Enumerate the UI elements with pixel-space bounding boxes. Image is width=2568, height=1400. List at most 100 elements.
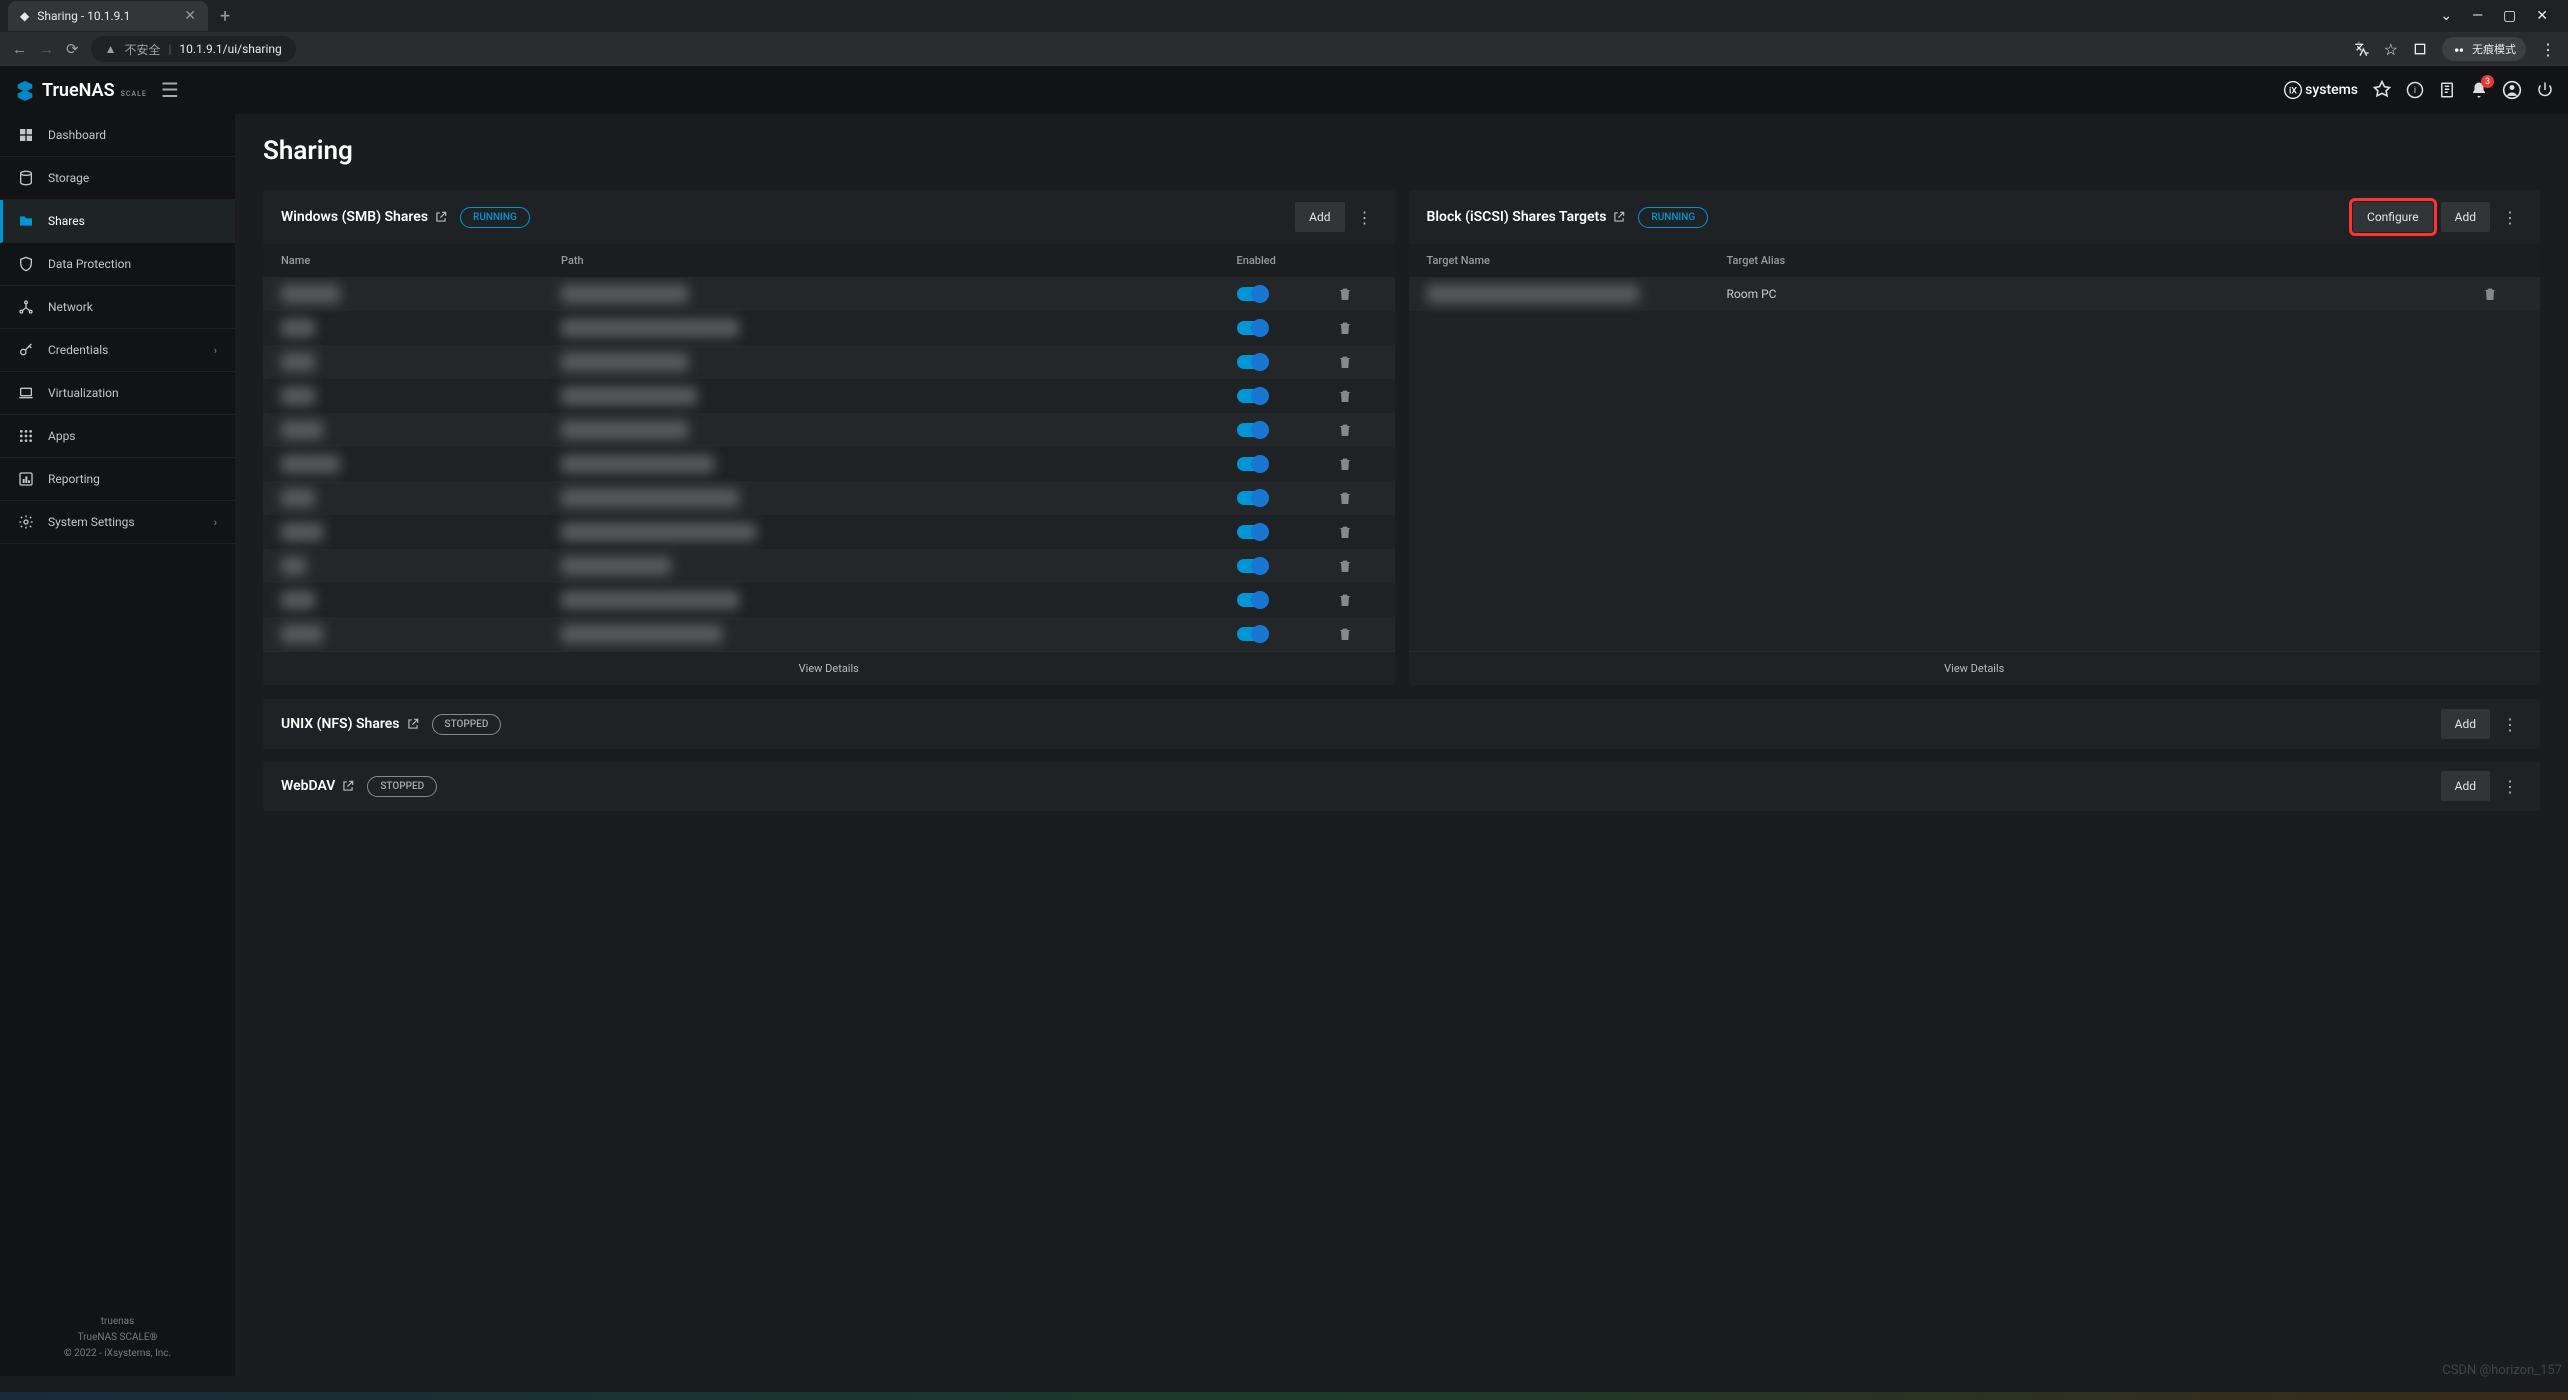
panel-nfs-title[interactable]: UNIX (NFS) Shares <box>281 716 420 732</box>
delete-icon[interactable] <box>1337 456 1377 472</box>
status-running: RUNNING <box>1638 207 1708 228</box>
url-field[interactable]: ▲ 不安全 | 10.1.9.1/ui/sharing <box>91 36 296 62</box>
enabled-toggle[interactable] <box>1237 355 1267 369</box>
table-row[interactable]: ██████████████████ <box>263 413 1395 447</box>
enabled-toggle[interactable] <box>1237 593 1267 607</box>
enabled-toggle[interactable] <box>1237 525 1267 539</box>
enabled-toggle[interactable] <box>1237 287 1267 301</box>
panel-nfs: UNIX (NFS) Shares STOPPED Add ⋮ <box>263 699 2540 749</box>
table-row[interactable]: ███████████████████████ <box>263 583 1395 617</box>
sidebar-item-system-settings[interactable]: System Settings › <box>0 501 235 544</box>
delete-icon[interactable] <box>1337 286 1377 302</box>
share-name: ████ <box>281 625 323 643</box>
table-row[interactable]: ███████████████████████ <box>263 311 1395 345</box>
sidebar-item-storage[interactable]: Storage <box>0 157 235 200</box>
delete-icon[interactable] <box>1337 558 1377 574</box>
close-window-icon[interactable]: ✕ <box>2536 8 2548 24</box>
status-icon[interactable]: i <box>2406 81 2424 99</box>
table-row[interactable]: ████████████████████████Room PC <box>1409 277 2541 311</box>
maximize-icon[interactable]: ▢ <box>2503 8 2516 24</box>
delete-icon[interactable] <box>1337 626 1377 642</box>
table-row[interactable]: ███████████████████████ <box>263 447 1395 481</box>
delete-icon[interactable] <box>1337 490 1377 506</box>
insecure-label: 不安全 <box>124 41 160 58</box>
sidebar-item-network[interactable]: Network <box>0 286 235 329</box>
table-row[interactable]: ██████████████████████████ <box>263 515 1395 549</box>
enabled-toggle[interactable] <box>1237 627 1267 641</box>
share-name: ███ <box>281 319 315 337</box>
more-icon[interactable]: ⋮ <box>1353 208 1377 227</box>
sidebar-item-apps[interactable]: Apps <box>0 415 235 458</box>
sidebar-item-data-protection[interactable]: Data Protection <box>0 243 235 286</box>
storage-icon <box>18 170 34 186</box>
share-path: ████████████████████ <box>561 489 739 507</box>
minimize-icon[interactable]: — <box>2472 8 2483 24</box>
enabled-toggle[interactable] <box>1237 389 1267 403</box>
translate-icon[interactable] <box>2354 41 2370 57</box>
delete-icon[interactable] <box>2482 286 2522 302</box>
forward-icon[interactable]: → <box>39 40 54 58</box>
panel-smb-title[interactable]: Windows (SMB) Shares <box>281 209 448 225</box>
truenas-logo[interactable]: TrueNAS SCALE <box>14 79 147 101</box>
jobs-icon[interactable] <box>2438 81 2456 99</box>
share-name: ██ <box>281 557 306 575</box>
notifications-icon[interactable]: 3 <box>2470 81 2488 99</box>
panel-webdav-title[interactable]: WebDAV <box>281 778 355 794</box>
browser-tab[interactable]: ◆ Sharing - 10.1.9.1 ✕ <box>8 1 208 31</box>
add-button[interactable]: Add <box>2441 202 2490 232</box>
table-row[interactable]: █████████████████ <box>263 345 1395 379</box>
reload-icon[interactable]: ⟳ <box>66 40 79 58</box>
configure-button[interactable]: Configure <box>2353 202 2433 232</box>
star-icon[interactable]: ☆ <box>2384 40 2398 59</box>
share-path: ████████████████████ <box>561 319 739 337</box>
close-icon[interactable]: ✕ <box>184 8 196 24</box>
enabled-toggle[interactable] <box>1237 321 1267 335</box>
delete-icon[interactable] <box>1337 592 1377 608</box>
extensions-icon[interactable] <box>2412 41 2428 57</box>
view-details-link[interactable]: View Details <box>1409 651 2541 685</box>
power-icon[interactable] <box>2536 81 2554 99</box>
sidebar-item-reporting[interactable]: Reporting <box>0 458 235 501</box>
more-icon[interactable]: ⋮ <box>2498 208 2522 227</box>
account-icon[interactable] <box>2502 80 2522 100</box>
more-icon[interactable]: ⋮ <box>2498 777 2522 796</box>
sidebar-item-virtualization[interactable]: Virtualization <box>0 372 235 415</box>
sidebar-item-dashboard[interactable]: Dashboard <box>0 114 235 157</box>
ixsystems-logo[interactable]: iX systems <box>2283 80 2358 100</box>
back-icon[interactable]: ← <box>12 40 27 58</box>
enabled-toggle[interactable] <box>1237 559 1267 573</box>
share-path: ███████████████ <box>561 387 697 405</box>
table-row[interactable]: ██████████████ <box>263 549 1395 583</box>
sidebar-item-credentials[interactable]: Credentials › <box>0 329 235 372</box>
add-button[interactable]: Add <box>2441 709 2490 739</box>
svg-text:iX: iX <box>2289 86 2297 96</box>
sidebar-item-shares[interactable]: Shares <box>0 200 235 243</box>
delete-icon[interactable] <box>1337 354 1377 370</box>
enabled-toggle[interactable] <box>1237 423 1267 437</box>
table-row[interactable]: ███████████████████████ <box>263 481 1395 515</box>
enabled-toggle[interactable] <box>1237 491 1267 505</box>
truecommand-icon[interactable] <box>2372 80 2392 100</box>
menu-toggle-icon[interactable]: ☰ <box>161 78 179 102</box>
enabled-toggle[interactable] <box>1237 457 1267 471</box>
table-row[interactable]: ████████████████████ <box>263 277 1395 311</box>
folder-icon <box>18 213 34 229</box>
share-path: ████████████████████ <box>561 591 739 609</box>
delete-icon[interactable] <box>1337 388 1377 404</box>
delete-icon[interactable] <box>1337 422 1377 438</box>
network-icon <box>18 299 34 315</box>
table-row[interactable]: ██████████████████████ <box>263 617 1395 651</box>
panel-iscsi: Block (iSCSI) Shares Targets RUNNING Con… <box>1409 190 2541 685</box>
view-details-link[interactable]: View Details <box>263 651 1395 685</box>
new-tab-button[interactable]: + <box>208 6 242 27</box>
add-button[interactable]: Add <box>1295 202 1344 232</box>
more-icon[interactable]: ⋮ <box>2498 715 2522 734</box>
chevron-down-icon[interactable]: ⌄ <box>2440 8 2452 24</box>
add-button[interactable]: Add <box>2441 771 2490 801</box>
table-row[interactable]: ██████████████████ <box>263 379 1395 413</box>
panel-iscsi-title[interactable]: Block (iSCSI) Shares Targets <box>1427 209 1627 225</box>
delete-icon[interactable] <box>1337 524 1377 540</box>
browser-menu-icon[interactable]: ⋮ <box>2540 40 2556 59</box>
os-taskbar[interactable] <box>0 1392 2568 1400</box>
delete-icon[interactable] <box>1337 320 1377 336</box>
